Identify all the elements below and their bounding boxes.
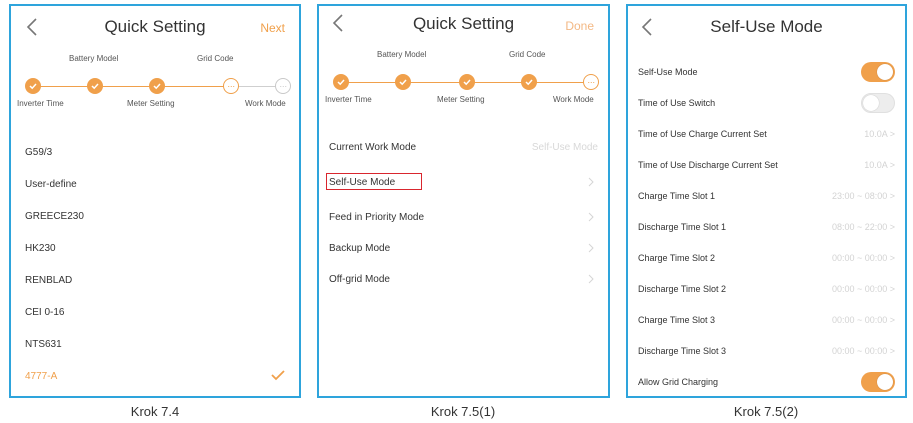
- chevron-right-icon: [588, 212, 594, 222]
- setting-label: Discharge Time Slot 1: [638, 222, 727, 232]
- caption: Krok 7.5(2): [733, 404, 799, 419]
- progress-stepper: Battery Model Grid Code ··· ··· Inverter…: [11, 54, 299, 114]
- setting-value: 23:00 ~ 08:00 >: [831, 191, 895, 201]
- step-label-grid-code: Grid Code: [197, 54, 234, 63]
- done-button[interactable]: Done: [565, 19, 594, 33]
- work-mode-item-backup[interactable]: Backup Mode: [329, 235, 598, 261]
- setting-row[interactable]: Time of Use Charge Current Set 10.0A >: [638, 121, 895, 147]
- work-mode-item-off-grid[interactable]: Off-grid Mode: [329, 266, 598, 292]
- current-work-mode-row: Current Work Mode Self-Use Mode: [329, 134, 598, 160]
- chevron-right-icon: [588, 274, 594, 284]
- grid-code-item[interactable]: HK230: [25, 232, 285, 264]
- grid-code-item-selected[interactable]: 4777-A: [25, 360, 285, 392]
- allow-grid-charging-row: Allow Grid Charging: [638, 369, 895, 395]
- step-pending-icon: ···: [275, 78, 291, 94]
- chevron-right-icon: [588, 243, 594, 253]
- next-button[interactable]: Next: [260, 21, 285, 35]
- setting-row[interactable]: Discharge Time Slot 1 08:00 ~ 22:00 >: [638, 214, 895, 240]
- setting-value: 10.0A >: [864, 160, 895, 170]
- step-label-work-mode: Work Mode: [553, 95, 594, 104]
- setting-label: Discharge Time Slot 2: [638, 284, 727, 294]
- step-label-inverter-time: Inverter Time: [17, 99, 64, 108]
- checkmark-icon: [271, 370, 285, 381]
- setting-label: Charge Time Slot 2: [638, 253, 716, 263]
- setting-row[interactable]: Charge Time Slot 2 00:00 ~ 00:00 >: [638, 245, 895, 271]
- page-title: Self-Use Mode: [710, 17, 823, 36]
- allow-grid-charging-toggle[interactable]: [861, 372, 895, 392]
- quick-setting-work-mode-screen: Quick Setting Done Battery Model Grid Co…: [317, 4, 610, 398]
- page-title: Quick Setting: [104, 17, 206, 36]
- step-done-icon: [333, 74, 349, 90]
- header: Self-Use Mode: [628, 12, 905, 44]
- setting-label: Charge Time Slot 1: [638, 191, 716, 201]
- quick-setting-grid-code-screen: Quick Setting Next Battery Model Grid Co…: [9, 4, 301, 398]
- highlight-box: [326, 173, 422, 190]
- setting-label: Allow Grid Charging: [638, 377, 719, 387]
- setting-row[interactable]: Time of Use Discharge Current Set 10.0A …: [638, 152, 895, 178]
- grid-code-item[interactable]: GREECE230: [25, 200, 285, 232]
- setting-row[interactable]: Discharge Time Slot 3 00:00 ~ 00:00 >: [638, 338, 895, 364]
- work-mode-label: Feed in Priority Mode: [329, 211, 425, 223]
- grid-code-item[interactable]: CEI 0-16: [25, 296, 285, 328]
- self-use-mode-row: Self-Use Mode: [638, 59, 895, 85]
- step-line-done: [39, 86, 231, 87]
- step-done-icon: [521, 74, 537, 90]
- step-done-icon: [149, 78, 165, 94]
- setting-label: Charge Time Slot 3: [638, 315, 716, 325]
- step-done-icon: [459, 74, 475, 90]
- progress-stepper: Battery Model Grid Code ··· Inverter Tim…: [319, 50, 608, 110]
- step-label-work-mode: Work Mode: [245, 99, 286, 108]
- step-done-icon: [87, 78, 103, 94]
- header: Quick Setting Done: [319, 12, 608, 44]
- setting-row[interactable]: Charge Time Slot 1 23:00 ~ 08:00 >: [638, 183, 895, 209]
- setting-value: 00:00 ~ 00:00 >: [831, 253, 895, 263]
- setting-label: Time of Use Discharge Current Set: [638, 160, 778, 170]
- setting-value: 00:00 ~ 00:00 >: [831, 346, 895, 356]
- self-use-mode-toggle[interactable]: [861, 62, 895, 82]
- grid-code-item[interactable]: User-define: [25, 168, 285, 200]
- setting-row[interactable]: Charge Time Slot 3 00:00 ~ 00:00 >: [638, 307, 895, 333]
- setting-label: Time of Use Charge Current Set: [638, 129, 767, 139]
- step-current-icon: ···: [223, 78, 239, 94]
- setting-label: Discharge Time Slot 3: [638, 346, 727, 356]
- step-done-icon: [395, 74, 411, 90]
- step-label-meter-setting: Meter Setting: [437, 95, 485, 104]
- step-label-inverter-time: Inverter Time: [325, 95, 372, 104]
- setting-value: 00:00 ~ 00:00 >: [831, 284, 895, 294]
- setting-row[interactable]: Discharge Time Slot 2 00:00 ~ 00:00 >: [638, 276, 895, 302]
- setting-value: 00:00 ~ 00:00 >: [831, 315, 895, 325]
- step-label-meter-setting: Meter Setting: [127, 99, 175, 108]
- step-done-icon: [25, 78, 41, 94]
- setting-label: Time of Use Switch: [638, 98, 716, 108]
- header: Quick Setting Next: [11, 12, 299, 44]
- grid-code-item[interactable]: RENBLAD: [25, 264, 285, 296]
- setting-value: 10.0A >: [864, 129, 895, 139]
- grid-code-selected-label: 4777-A: [25, 370, 58, 382]
- caption: Krok 7.5(1): [430, 404, 496, 419]
- work-mode-item-feed-in[interactable]: Feed in Priority Mode: [329, 204, 598, 230]
- time-of-use-switch-toggle[interactable]: [861, 93, 895, 113]
- work-mode-label: Backup Mode: [329, 242, 391, 254]
- caption: Krok 7.4: [130, 404, 180, 419]
- step-label-battery-model: Battery Model: [69, 54, 119, 63]
- time-of-use-switch-row: Time of Use Switch: [638, 90, 895, 116]
- grid-code-item[interactable]: G59/3: [25, 136, 285, 168]
- grid-code-item[interactable]: NTS631: [25, 328, 285, 360]
- step-label-grid-code: Grid Code: [509, 50, 546, 59]
- current-work-mode-label: Current Work Mode: [329, 141, 417, 153]
- step-current-icon: ···: [583, 74, 599, 90]
- setting-value: 08:00 ~ 22:00 >: [831, 222, 895, 232]
- self-use-mode-screen: Self-Use Mode Self-Use Mode Time of Use …: [626, 4, 907, 398]
- work-mode-label: Off-grid Mode: [329, 273, 390, 285]
- setting-label: Self-Use Mode: [638, 67, 698, 77]
- step-label-battery-model: Battery Model: [377, 50, 427, 59]
- chevron-right-icon: [588, 177, 594, 187]
- current-work-mode-value: Self-Use Mode: [531, 141, 598, 153]
